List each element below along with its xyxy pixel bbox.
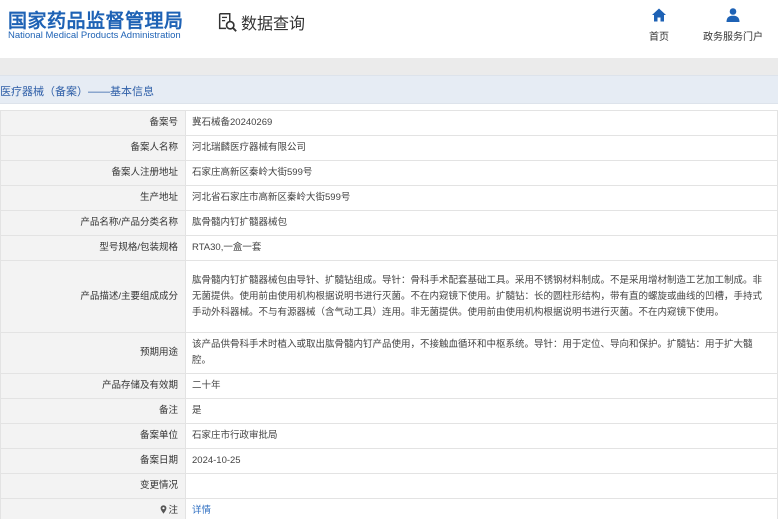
- user-icon: [726, 8, 740, 22]
- table-row: 备案号 冀石械备20240269: [0, 110, 778, 136]
- table-row: 预期用途 该产品供骨科手术时植入或取出肱骨髓内钉产品使用，不接触血循环和中枢系统…: [0, 332, 778, 374]
- field-label: 备案单位: [0, 423, 186, 449]
- field-label: 备案人注册地址: [0, 160, 186, 186]
- field-label: 生产地址: [0, 185, 186, 211]
- field-value: 2024-10-25: [185, 448, 778, 474]
- field-value: 石家庄市行政审批局: [185, 423, 778, 449]
- detail-table: 备案号 冀石械备20240269 备案人名称 河北瑞麟医疗器械有限公司 备案人注…: [0, 110, 778, 519]
- field-label: 预期用途: [0, 332, 186, 374]
- field-value: 二十年: [185, 373, 778, 399]
- field-value: [185, 473, 778, 499]
- table-row: 备案人名称 河北瑞麟医疗器械有限公司: [0, 135, 778, 161]
- site-logo-title[interactable]: 国家药品监督管理局: [8, 6, 184, 33]
- field-label-note: 注: [0, 498, 186, 519]
- field-label: 变更情况: [0, 473, 186, 499]
- section-title: 医疗器械（备案）——基本信息: [0, 86, 154, 98]
- data-search-icon: [218, 13, 237, 32]
- site-logo-subtitle: National Medical Products Administration: [8, 30, 181, 41]
- field-label-note-text: 注: [168, 505, 178, 516]
- table-row: 备案人注册地址 石家庄高新区秦岭大街599号: [0, 160, 778, 186]
- table-row: 生产地址 河北省石家庄市高新区秦岭大街599号: [0, 185, 778, 211]
- field-label: 备案人名称: [0, 135, 186, 161]
- field-label: 产品名称/产品分类名称: [0, 210, 186, 236]
- table-row: 产品名称/产品分类名称 肱骨髓内钉扩髓器械包: [0, 210, 778, 236]
- home-icon: [652, 8, 666, 22]
- field-value: 肱骨髓内钉扩髓器械包: [185, 210, 778, 236]
- header-separator: [0, 58, 778, 75]
- nav-gov-service[interactable]: 政务服务门户: [703, 7, 763, 43]
- field-value: RTA30,一盒一套: [185, 235, 778, 261]
- field-value: 河北瑞麟医疗器械有限公司: [185, 135, 778, 161]
- data-query-label: 数据查询: [241, 16, 306, 33]
- table-row: 备案日期 2024-10-25: [0, 448, 778, 474]
- field-value: 肱骨髓内钉扩髓器械包由导针、扩髓钻组成。导针：骨科手术配套基础工具。采用不锈钢材…: [185, 260, 778, 333]
- table-row: 注 详情: [0, 498, 778, 519]
- section-title-bar: 医疗器械（备案）——基本信息: [0, 75, 778, 104]
- nav-home-label: 首页: [649, 32, 669, 43]
- table-row: 备案单位 石家庄市行政审批局: [0, 423, 778, 449]
- data-query-link[interactable]: 数据查询: [216, 10, 305, 34]
- field-label: 产品存储及有效期: [0, 373, 186, 399]
- field-label: 产品描述/主要组成成分: [0, 260, 186, 333]
- field-value: 详情: [185, 498, 778, 519]
- field-value: 河北省石家庄市高新区秦岭大街599号: [185, 185, 778, 211]
- table-row: 型号规格/包装规格 RTA30,一盒一套: [0, 235, 778, 261]
- table-row: 备注 是: [0, 398, 778, 424]
- site-header: 国家药品监督管理局 National Medical Products Admi…: [0, 0, 778, 58]
- location-pin-icon: [161, 505, 167, 514]
- table-row: 产品存储及有效期 二十年: [0, 373, 778, 399]
- table-row: 产品描述/主要组成成分 肱骨髓内钉扩髓器械包由导针、扩髓钻组成。导针：骨科手术配…: [0, 260, 778, 333]
- nav-gov-service-label: 政务服务门户: [703, 32, 763, 43]
- field-value: 石家庄高新区秦岭大街599号: [185, 160, 778, 186]
- field-label: 备注: [0, 398, 186, 424]
- field-value: 冀石械备20240269: [185, 110, 778, 136]
- table-row: 变更情况: [0, 473, 778, 499]
- field-value: 该产品供骨科手术时植入或取出肱骨髓内钉产品使用，不接触血循环和中枢系统。导针：用…: [185, 332, 778, 374]
- field-label: 备案日期: [0, 448, 186, 474]
- field-label: 型号规格/包装规格: [0, 235, 186, 261]
- details-link[interactable]: 详情: [192, 505, 211, 516]
- field-value: 是: [185, 398, 778, 424]
- field-label: 备案号: [0, 110, 186, 136]
- nav-home[interactable]: 首页: [649, 7, 669, 43]
